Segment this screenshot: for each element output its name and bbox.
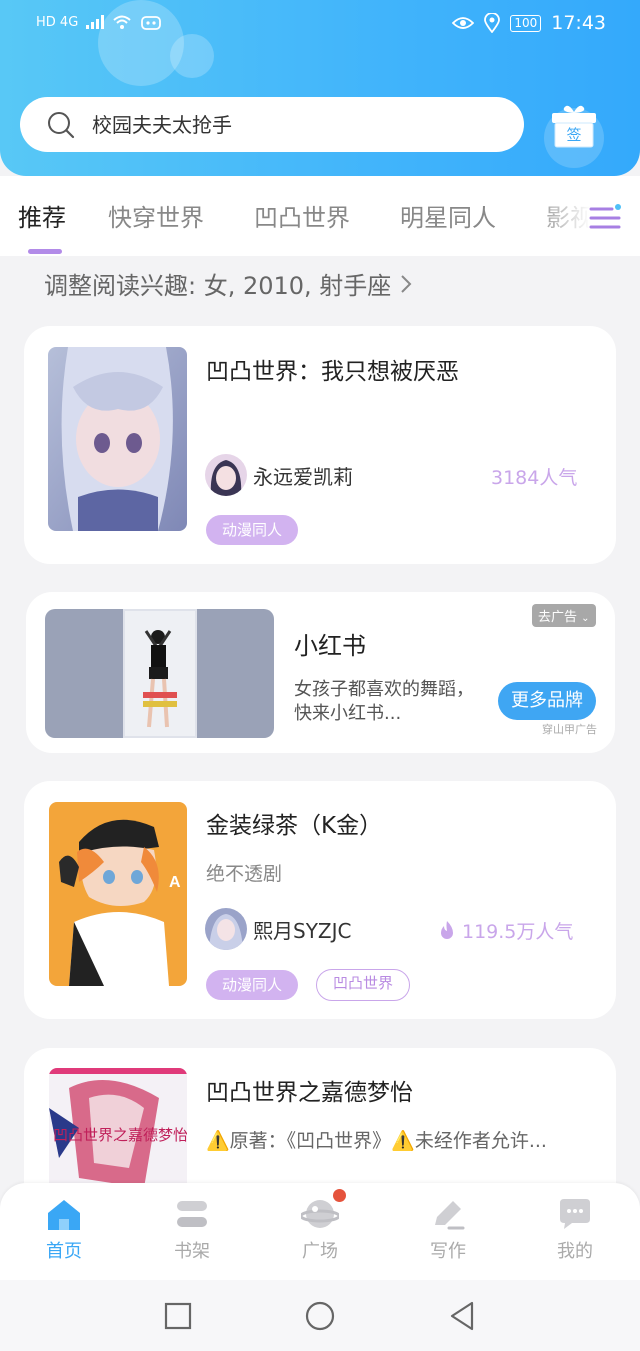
nav-me[interactable]: 我的: [525, 1197, 625, 1263]
more-brands-button[interactable]: 更多品牌: [498, 682, 596, 720]
status-bar: HD 4G 100 17:43: [0, 0, 640, 50]
search-bar[interactable]: [20, 97, 524, 152]
author-name: 熙月SYZJC: [253, 918, 352, 943]
nav-plaza-label: 广场: [302, 1241, 338, 1262]
tab-recommend[interactable]: 推荐: [18, 198, 66, 233]
nav-bookshelf[interactable]: 书架: [142, 1197, 242, 1263]
author[interactable]: 永远爱凯莉: [205, 454, 353, 496]
popularity-count: 119.5万人气: [462, 921, 574, 943]
author-avatar: [205, 454, 247, 496]
remove-ad-button[interactable]: 去广告 ⌄: [532, 604, 596, 627]
book-title[interactable]: 金装绿茶（K金）: [206, 806, 382, 840]
genre-tag[interactable]: 凹凸世界: [316, 969, 411, 1001]
location-icon: [484, 13, 501, 33]
nav-home[interactable]: 首页: [14, 1197, 114, 1263]
remove-ad-label: 去广告: [538, 610, 578, 625]
nav-home-label: 首页: [46, 1241, 82, 1262]
book-title[interactable]: 凹凸世界：我只想被厌恶: [206, 352, 459, 386]
popularity: 119.5万人气: [438, 917, 573, 944]
svg-text:A: A: [169, 874, 181, 891]
chat-bubble-icon: [560, 1199, 590, 1229]
nav-me-label: 我的: [557, 1241, 593, 1262]
tab-quick-travel[interactable]: 快穿世界: [108, 198, 204, 233]
popularity-count: 3184人气: [491, 467, 578, 489]
search-icon: [48, 111, 75, 138]
flame-icon: [441, 920, 453, 939]
book-description: 绝不透剧: [206, 863, 283, 885]
checkin-button[interactable]: 签: [548, 100, 600, 152]
genre-tag[interactable]: 动漫同人: [206, 515, 299, 545]
nav-write-label: 写作: [430, 1241, 466, 1262]
ad-description[interactable]: 女孩子都喜欢的舞蹈，快来小红书...: [294, 678, 474, 726]
chevron-down-icon: ⌄: [581, 613, 590, 624]
nav-bookshelf-label: 书架: [174, 1241, 210, 1262]
wifi-icon: [113, 15, 131, 29]
book-card[interactable]: 凹凸世界：我只想被厌恶 永远爱凯莉 3184人气 动漫同人: [24, 326, 616, 564]
book-cover[interactable]: [48, 347, 187, 531]
book-card[interactable]: A 金装绿茶（K金） 绝不透剧 熙月SYZJC 119.5万人气 动漫同人 凹凸…: [24, 781, 616, 1019]
nav-plaza[interactable]: 广场: [270, 1189, 370, 1263]
app-notification-icon: [141, 16, 162, 30]
checkin-label: 签: [566, 126, 582, 144]
tab-fade: [530, 176, 640, 256]
cover-image: [48, 347, 187, 531]
nav-write[interactable]: 写作: [398, 1197, 498, 1263]
ad-card[interactable]: 小红书 女孩子都喜欢的舞蹈，快来小红书... 去广告 ⌄ 更多品牌 穿山甲广告: [26, 592, 615, 753]
ad-title[interactable]: 小红书: [294, 626, 366, 661]
bookshelf-icon: [177, 1201, 207, 1227]
tab-indicator: [28, 249, 62, 254]
cover-title: 凹凸世界之嘉德梦怡: [53, 1126, 187, 1144]
bottom-nav: 首页 书架 广场 写作 我的: [0, 1183, 640, 1280]
book-title[interactable]: 凹凸世界之嘉德梦怡: [206, 1073, 413, 1107]
popularity: 3184人气: [491, 463, 577, 490]
category-tabs: 推荐 快穿世界 凹凸世界 明星同人 影视: [0, 176, 640, 256]
planet-icon: [301, 1200, 339, 1228]
recent-apps-icon[interactable]: [164, 1302, 192, 1330]
author-avatar: [205, 908, 247, 950]
reading-interest[interactable]: 调整阅读兴趣: 女, 2010, 射手座: [44, 266, 413, 301]
chevron-right-icon: [401, 274, 412, 293]
pen-icon: [435, 1201, 465, 1230]
book-cover[interactable]: A: [49, 802, 187, 986]
cover-image: A: [49, 802, 187, 986]
genre-tag[interactable]: 动漫同人: [206, 970, 299, 1000]
category-menu-icon[interactable]: [588, 200, 622, 234]
battery-indicator: 100: [510, 14, 542, 32]
search-input[interactable]: [90, 111, 474, 138]
ad-image-art: [45, 609, 274, 738]
signal-icon: [86, 15, 105, 29]
header: HD 4G 100 17:43 校园夫夫太抢手 签: [0, 0, 640, 176]
network-indicator: HD 4G: [36, 14, 79, 30]
book-description: ⚠️原著：《凹凸世界》⚠️未经作者允许...: [206, 1130, 547, 1152]
home-button-icon[interactable]: [304, 1300, 336, 1332]
ad-source: 穿山甲广告: [542, 723, 597, 736]
tab-aotu-world[interactable]: 凹凸世界: [254, 198, 350, 233]
home-icon: [48, 1200, 80, 1230]
author[interactable]: 熙月SYZJC: [205, 908, 351, 950]
system-navigation-bar: [0, 1280, 640, 1351]
eye-icon: [452, 17, 475, 29]
clock: 17:43: [551, 12, 606, 34]
ad-image[interactable]: [45, 609, 274, 738]
notification-dot: [333, 1189, 346, 1202]
back-icon[interactable]: [448, 1300, 476, 1332]
author-name: 永远爱凯莉: [253, 464, 353, 489]
tab-celebrity[interactable]: 明星同人: [400, 198, 496, 233]
reading-interest-text: 调整阅读兴趣: 女, 2010, 射手座: [44, 272, 392, 300]
